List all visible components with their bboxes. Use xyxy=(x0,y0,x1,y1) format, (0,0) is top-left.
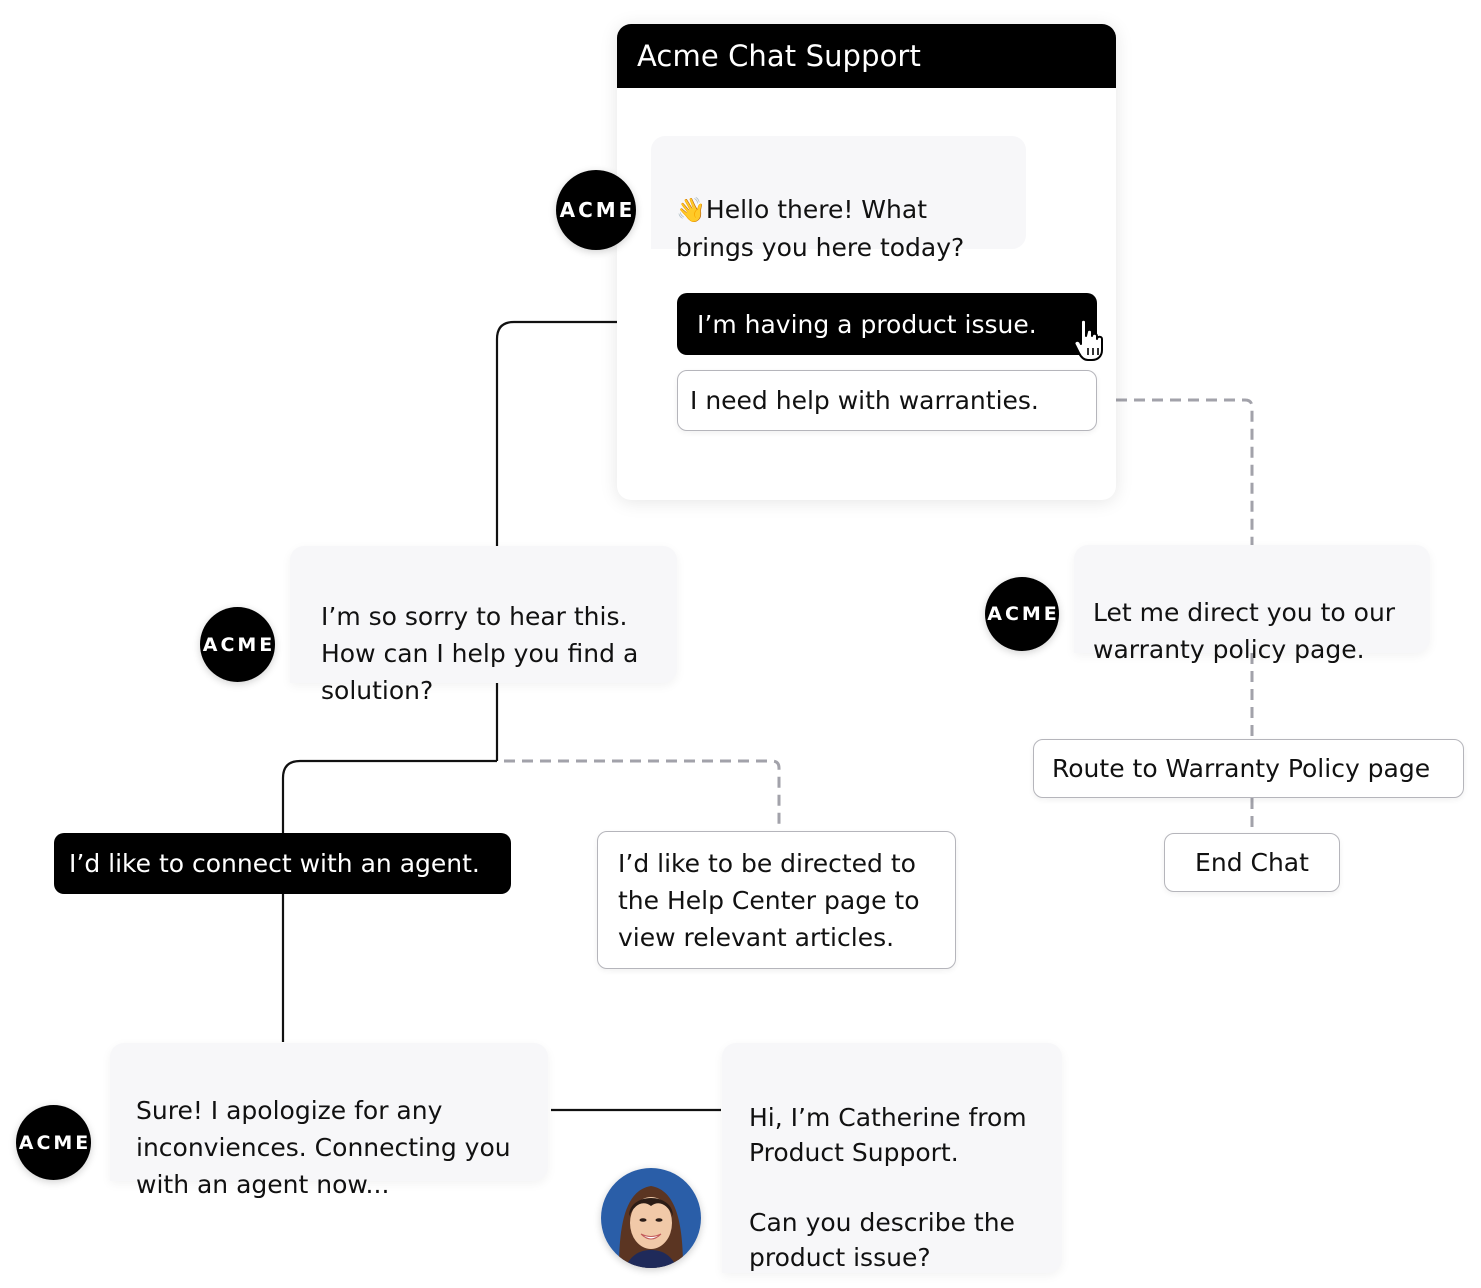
chat-header: Acme Chat Support xyxy=(617,24,1116,88)
agent-photo xyxy=(601,1168,701,1268)
action-label: End Chat xyxy=(1195,848,1309,877)
acme-avatar: ACME xyxy=(556,170,636,250)
pointer-hand-icon xyxy=(1073,318,1103,361)
agent-connect-text: Sure! I apologize for any inconviences. … xyxy=(136,1096,511,1199)
action-end-chat[interactable]: End Chat xyxy=(1164,833,1340,892)
option-product-issue[interactable]: I’m having a product issue. xyxy=(677,293,1097,355)
acme-avatar: ACME xyxy=(985,577,1059,651)
connector-help-center xyxy=(504,759,781,830)
option-connect-agent[interactable]: I’d like to connect with an agent. xyxy=(54,833,511,894)
agent-message-bubble: Hi, I’m Catherine from Product Support. … xyxy=(722,1043,1062,1273)
chat-title: Acme Chat Support xyxy=(637,39,921,73)
agent-message-text: Hi, I’m Catherine from Product Support. … xyxy=(749,1103,1027,1272)
option-label: I need help with warranties. xyxy=(690,386,1039,415)
warranty-reply-bubble: Let me direct you to our warranty policy… xyxy=(1074,545,1430,664)
action-label: Route to Warranty Policy page xyxy=(1052,754,1431,783)
option-label: I’m having a product issue. xyxy=(697,309,1037,339)
acme-avatar: ACME xyxy=(200,607,275,682)
option-label: I’d like to connect with an agent. xyxy=(69,849,480,878)
greeting-text: Hello there! What brings you here today? xyxy=(676,195,965,262)
warranty-reply-text: Let me direct you to our warranty policy… xyxy=(1093,598,1396,664)
option-label: I’d like to be directed to the Help Cent… xyxy=(618,848,920,952)
greeting-bubble: 👋Hello there! What brings you here today… xyxy=(651,136,1026,262)
option-warranties[interactable]: I need help with warranties. xyxy=(677,370,1097,431)
waving-hand-icon: 👋 xyxy=(676,196,706,224)
agent-connect-bubble: Sure! I apologize for any inconviences. … xyxy=(110,1043,548,1199)
sorry-reply-text: I’m so sorry to hear this. How can I hel… xyxy=(321,602,639,705)
sorry-reply-bubble: I’m so sorry to hear this. How can I hel… xyxy=(290,546,677,705)
option-help-center[interactable]: I’d like to be directed to the Help Cent… xyxy=(597,831,956,969)
action-route-warranty[interactable]: Route to Warranty Policy page xyxy=(1033,739,1464,798)
connector-warranty xyxy=(1098,398,1254,545)
connector-to-agent-option xyxy=(281,759,497,833)
acme-avatar: ACME xyxy=(16,1105,91,1180)
